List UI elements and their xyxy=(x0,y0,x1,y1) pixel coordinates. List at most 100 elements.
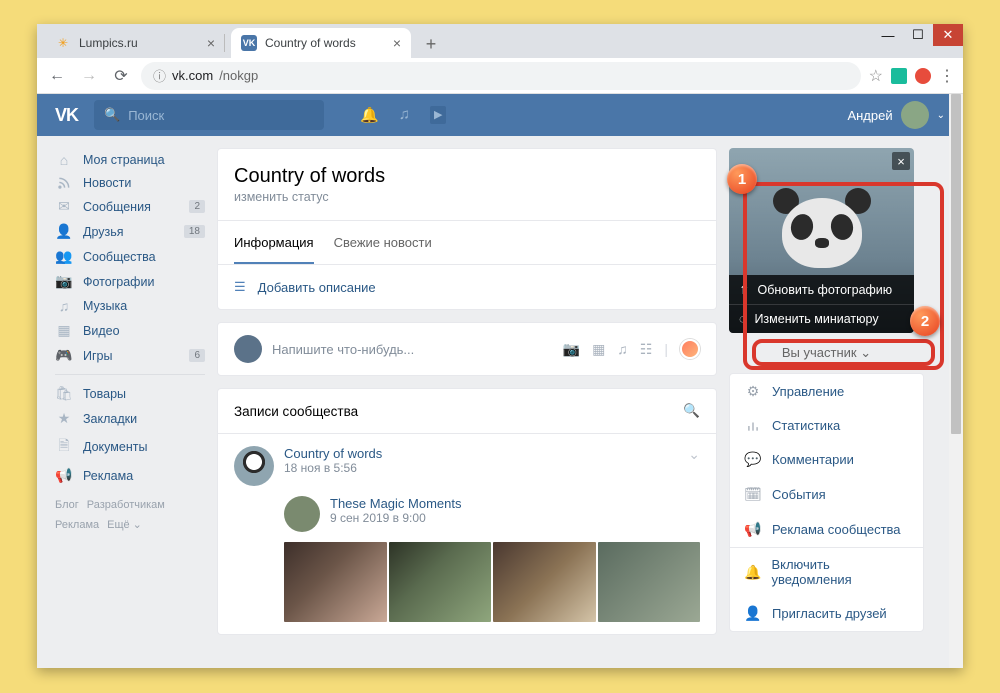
star-icon: ★ xyxy=(55,410,73,427)
post-author[interactable]: Country of words xyxy=(284,446,382,461)
post-avatar[interactable] xyxy=(234,446,274,486)
music-icon[interactable]: ♫ xyxy=(399,106,410,124)
search-input[interactable]: 🔍 Поиск xyxy=(94,100,324,130)
sidebar-item-news[interactable]: Новости xyxy=(55,172,205,194)
sidebar-item-label: Моя страница xyxy=(83,153,165,167)
change-status-link[interactable]: изменить статус xyxy=(234,190,700,204)
wall-search-icon[interactable]: 🔍 xyxy=(683,403,700,419)
user-menu[interactable]: Андрей ⌄ xyxy=(847,101,945,129)
membership-label: Вы участник ⌄ xyxy=(782,345,871,360)
favicon-lumpics-icon: ✳ xyxy=(55,35,71,51)
close-window-button[interactable]: ✕ xyxy=(933,24,963,46)
notifications-icon[interactable]: 🔔 xyxy=(360,106,379,124)
sidebar-item-label: Реклама xyxy=(83,469,133,483)
attach-music-icon[interactable]: ♫ xyxy=(617,341,628,357)
admin-item-manage[interactable]: ⚙Управление xyxy=(730,374,923,409)
post-gallery xyxy=(284,542,700,622)
sidebar-item-communities[interactable]: 👥Сообщества xyxy=(55,244,205,269)
scrollbar-thumb[interactable] xyxy=(951,94,961,434)
footer-link[interactable]: Ещё ⌄ xyxy=(107,516,142,536)
gallery-image[interactable] xyxy=(389,542,492,622)
admin-item-ads[interactable]: 📢Реклама сообщества xyxy=(730,512,923,547)
menu-icon[interactable]: ⋮ xyxy=(939,66,955,86)
new-tab-button[interactable]: + xyxy=(417,30,445,58)
tab-close-icon[interactable]: × xyxy=(393,35,401,51)
attach-photo-icon[interactable]: 📷 xyxy=(563,341,580,358)
sidebar-item-label: Друзья xyxy=(83,225,124,239)
toolbar-icons: ☆ ⋮ xyxy=(869,66,955,86)
main-column: Country of words изменить статус Информа… xyxy=(217,148,717,656)
sidebar-item-label: Закладки xyxy=(83,412,137,426)
sidebar-item-docs[interactable]: 🗎Документы xyxy=(55,431,205,463)
sidebar-item-photos[interactable]: 📷Фотографии xyxy=(55,269,205,294)
search-icon: 🔍 xyxy=(104,107,120,123)
gallery-image[interactable] xyxy=(284,542,387,622)
maximize-button[interactable]: ☐ xyxy=(903,24,933,46)
repost-avatar[interactable] xyxy=(284,496,320,532)
favicon-vk-icon: VK xyxy=(241,35,257,51)
footer-link[interactable]: Разработчикам xyxy=(87,496,165,516)
post-placeholder: Напишите что-нибудь... xyxy=(272,342,414,357)
sidebar-item-friends[interactable]: 👤Друзья18 xyxy=(55,219,205,244)
repost-block: These Magic Moments 9 сен 2019 в 9:00 xyxy=(284,496,700,532)
admin-item-label: Реклама сообщества xyxy=(772,522,901,537)
sidebar-item-market[interactable]: 🛍Товары xyxy=(55,381,205,406)
post-menu-icon[interactable]: ⌄ xyxy=(688,446,700,463)
gallery-image[interactable] xyxy=(493,542,596,622)
sidebar-item-games[interactable]: 🎮Игры6 xyxy=(55,343,205,368)
reload-button[interactable]: ⟳ xyxy=(109,64,133,88)
list-icon: ☰ xyxy=(234,279,246,295)
site-info-icon[interactable]: ⓘ xyxy=(153,66,166,85)
back-button[interactable]: ← xyxy=(45,64,69,88)
admin-item-comments[interactable]: 💬Комментарии xyxy=(730,442,923,477)
sidebar-item-video[interactable]: ▦Видео xyxy=(55,318,205,343)
admin-item-stats[interactable]: Статистика xyxy=(730,409,923,442)
vk-logo-icon[interactable]: VK xyxy=(55,105,78,126)
sidebar-item-bookmarks[interactable]: ★ Закладки xyxy=(55,406,205,431)
footer-link[interactable]: Блог xyxy=(55,496,79,516)
tab-close-icon[interactable]: × xyxy=(207,35,215,51)
sidebar-item-label: Документы xyxy=(83,440,147,454)
avatar-close-button[interactable]: × xyxy=(892,152,910,170)
chevron-down-icon: ⌄ xyxy=(937,110,945,121)
new-post-input[interactable]: Напишите что-нибудь... 📷 ▦ ♫ ☷ | xyxy=(217,322,717,376)
sidebar-item-messages[interactable]: ✉Сообщения2 xyxy=(55,194,205,219)
sidebar-item-my-page[interactable]: ⌂Моя страница xyxy=(55,148,205,172)
admin-item-events[interactable]: 🗓События xyxy=(730,477,923,512)
tab-info[interactable]: Информация xyxy=(234,221,314,264)
extension-icon[interactable] xyxy=(891,68,907,84)
update-photo-label: Обновить фотографию xyxy=(757,283,892,297)
admin-item-label: Управление xyxy=(772,384,844,399)
admin-item-notifications[interactable]: 🔔Включить уведомления xyxy=(730,548,923,596)
news-icon xyxy=(55,176,73,190)
address-bar[interactable]: ⓘ vk.com/nokgp xyxy=(141,62,861,90)
browser-tab-lumpics[interactable]: ✳ Lumpics.ru × xyxy=(45,28,225,58)
attach-more-icon[interactable]: ☷ xyxy=(640,341,653,358)
wall-header[interactable]: Записи сообщества xyxy=(234,404,358,419)
sidebar-item-music[interactable]: ♫Музыка xyxy=(55,294,205,318)
minimize-button[interactable]: — xyxy=(873,24,903,46)
extension-icon[interactable] xyxy=(915,68,931,84)
repost-date[interactable]: 9 сен 2019 в 9:00 xyxy=(330,511,462,525)
message-icon: ✉ xyxy=(55,198,73,215)
add-description-row[interactable]: ☰ Добавить описание xyxy=(218,264,716,309)
attach-video-icon[interactable]: ▦ xyxy=(592,341,605,358)
admin-item-invite[interactable]: 👤Пригласить друзей xyxy=(730,596,923,631)
forward-button[interactable]: → xyxy=(77,64,101,88)
update-photo-button[interactable]: ⬆ Обновить фотографию xyxy=(729,275,914,304)
gallery-image[interactable] xyxy=(598,542,701,622)
browser-tab-vk[interactable]: VK Country of words × xyxy=(231,28,411,58)
footer-link[interactable]: Реклама xyxy=(55,516,99,536)
sidebar-item-ads[interactable]: 📢Реклама xyxy=(55,463,205,488)
sidebar-item-label: Фотографии xyxy=(83,275,154,289)
bookmark-icon[interactable]: ☆ xyxy=(869,66,883,86)
change-thumbnail-button[interactable]: ◌ Изменить миниатюру xyxy=(729,304,914,333)
scrollbar[interactable] xyxy=(949,94,963,668)
tab-news[interactable]: Свежие новости xyxy=(334,221,432,264)
membership-status[interactable]: Вы участник ⌄ xyxy=(729,333,924,373)
post-date[interactable]: 18 ноя в 5:56 xyxy=(284,461,382,475)
url-path: /nokgp xyxy=(219,68,258,83)
repost-author[interactable]: These Magic Moments xyxy=(330,496,462,511)
story-badge-icon[interactable] xyxy=(680,339,700,359)
play-icon[interactable]: ▶ xyxy=(430,106,446,124)
